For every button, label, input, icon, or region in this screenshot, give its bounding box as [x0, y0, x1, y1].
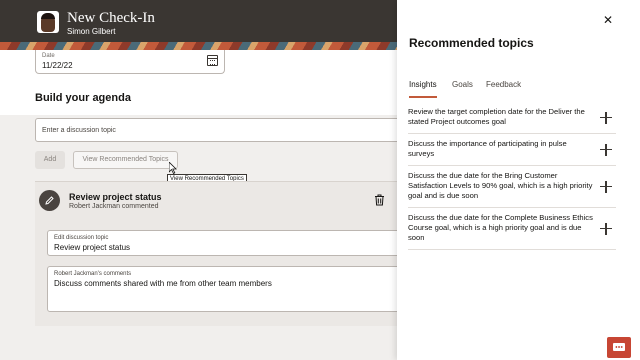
trash-icon[interactable] — [374, 194, 385, 206]
topic-text: Discuss the importance of participating … — [408, 139, 567, 158]
view-recommended-topics-button[interactable]: View Recommended Topics — [73, 151, 178, 169]
active-tab-indicator — [409, 96, 437, 98]
add-topic-icon[interactable] — [600, 222, 612, 235]
drawer-title: Recommended topics — [409, 36, 534, 50]
page-title: New Check-In — [67, 10, 155, 26]
drawer-tabs: Insights Goals Feedback — [409, 80, 629, 98]
list-item: Review the target completion date for th… — [408, 102, 616, 134]
discussion-topic-input[interactable]: Enter a discussion topic — [35, 118, 405, 142]
tab-feedback[interactable]: Feedback — [486, 80, 521, 98]
avatar — [37, 11, 59, 33]
page-subtitle: Simon Gilbert — [67, 27, 116, 36]
list-item: Discuss the due date for the Bring Custo… — [408, 166, 616, 208]
edit-topic-value[interactable]: Review project status — [54, 243, 130, 252]
add-topic-icon[interactable] — [600, 111, 612, 124]
tab-insights[interactable]: Insights — [409, 80, 437, 98]
edit-button[interactable] — [39, 190, 60, 211]
date-value[interactable]: 11/22/22 — [42, 61, 73, 70]
add-topic-icon[interactable] — [600, 143, 612, 156]
edit-topic-label: Edit discussion topic — [54, 235, 109, 241]
date-field[interactable]: Date 11/22/22 — [35, 50, 225, 74]
topic-text: Review the target completion date for th… — [408, 107, 585, 126]
list-item: Discuss the due date for the Complete Bu… — [408, 208, 616, 250]
add-button[interactable]: Add — [35, 151, 65, 169]
recommended-topics-drawer: ✕ Recommended topics Insights Goals Feed… — [397, 0, 640, 360]
topic-text: Discuss the due date for the Complete Bu… — [408, 213, 593, 242]
tab-label: Insights — [409, 80, 437, 89]
chat-dots-icon — [615, 346, 623, 348]
list-item: Discuss the importance of participating … — [408, 134, 616, 166]
comments-value[interactable]: Discuss comments shared with me from oth… — [54, 279, 272, 288]
comments-label: Robert Jackman's comments — [54, 271, 132, 277]
agenda-item-subtitle: Robert Jackman commented — [69, 203, 159, 210]
edit-discussion-topic-field[interactable]: Edit discussion topic Review project sta… — [47, 230, 405, 256]
date-label: Date — [42, 53, 55, 59]
agenda-item-title: Review project status — [69, 192, 162, 202]
avatar-hair — [41, 13, 55, 19]
recommended-topic-list: Review the target completion date for th… — [408, 102, 616, 250]
tab-label: Goals — [452, 80, 473, 89]
add-topic-icon[interactable] — [600, 180, 612, 193]
pencil-icon — [45, 196, 54, 205]
agenda-heading: Build your agenda — [35, 92, 131, 104]
agenda-item-card: Review project status Robert Jackman com… — [35, 181, 405, 326]
tab-goals[interactable]: Goals — [452, 80, 473, 98]
chat-button[interactable] — [607, 337, 631, 358]
close-icon[interactable]: ✕ — [601, 13, 615, 27]
comments-field[interactable]: Robert Jackman's comments Discuss commen… — [47, 266, 405, 312]
topic-text: Discuss the due date for the Bring Custo… — [408, 171, 593, 200]
calendar-icon[interactable] — [207, 55, 218, 66]
tab-label: Feedback — [486, 80, 522, 89]
